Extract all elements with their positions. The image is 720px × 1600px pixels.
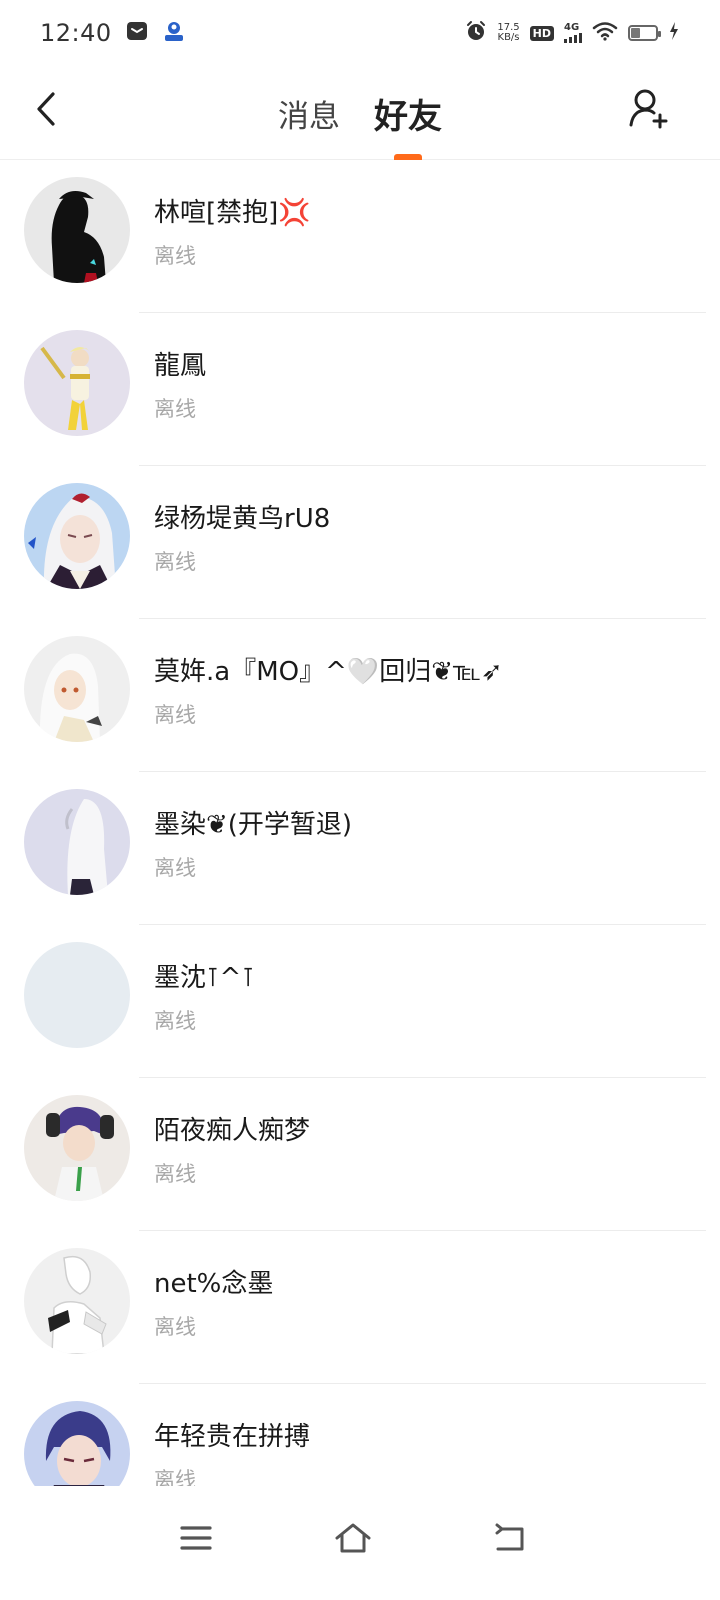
- friend-status: 离线: [154, 550, 196, 574]
- friend-status: 离线: [154, 397, 196, 421]
- friend-status: 离线: [154, 1162, 196, 1186]
- friend-row[interactable]: 绿杨堤黄鸟rU8 离线: [0, 466, 720, 619]
- friend-name: 林喧[禁抱]💢: [154, 198, 311, 228]
- charging-icon: [668, 21, 680, 45]
- add-friend-button[interactable]: [624, 86, 674, 136]
- friend-status: 离线: [154, 244, 196, 268]
- home-icon: [333, 1521, 373, 1559]
- friend-name: 龍鳳: [154, 351, 207, 381]
- back-icon: [492, 1523, 528, 1557]
- friend-list[interactable]: 林喧[禁抱]💢 离线 龍鳳 离线 绿杨堤黄鸟rU8 离线 莫姩.a『MO』^🤍回…: [0, 160, 720, 1486]
- avatar[interactable]: [24, 1401, 130, 1486]
- status-bar: 12:40 17.5 KB/s HD 4G: [0, 0, 720, 66]
- friend-row[interactable]: net%念墨 离线: [0, 1231, 720, 1384]
- avatar[interactable]: [24, 942, 130, 1048]
- tab-friends-label: 好友: [374, 96, 442, 137]
- friend-row[interactable]: 莫姩.a『MO』^🤍回归❦℡➶ 离线: [0, 619, 720, 772]
- friend-row[interactable]: 林喧[禁抱]💢 离线: [0, 160, 720, 313]
- avatar[interactable]: [24, 177, 130, 283]
- status-time: 12:40: [40, 19, 112, 47]
- status-right: 17.5 KB/s HD 4G: [465, 20, 680, 46]
- tab-messages-label: 消息: [278, 98, 340, 135]
- avatar[interactable]: [24, 1248, 130, 1354]
- friend-status: 离线: [154, 1315, 196, 1339]
- tab-messages[interactable]: 消息: [278, 66, 340, 160]
- back-nav-button[interactable]: [480, 1510, 540, 1570]
- network-type: 4G: [564, 22, 580, 33]
- friend-status: 离线: [154, 1009, 196, 1033]
- friend-status: 离线: [154, 703, 196, 727]
- friend-row[interactable]: 年轻贵在拼搏 离线: [0, 1384, 720, 1486]
- net-speed-unit: KB/s: [497, 32, 520, 43]
- avatar[interactable]: [24, 636, 130, 742]
- friend-name: 陌夜痴人痴梦: [154, 1116, 311, 1146]
- battery-icon: [628, 25, 661, 41]
- friend-row[interactable]: 陌夜痴人痴梦 离线: [0, 1078, 720, 1231]
- menu-button[interactable]: [166, 1510, 226, 1570]
- home-button[interactable]: [323, 1510, 383, 1570]
- avatar[interactable]: [24, 330, 130, 436]
- friend-name: 墨沈⊺^⊺: [154, 963, 255, 993]
- friend-name: 墨染❦(开学暂退): [154, 810, 353, 840]
- avatar[interactable]: [24, 483, 130, 589]
- tab-friends[interactable]: 好友: [374, 66, 442, 160]
- menu-icon: [179, 1524, 213, 1556]
- friend-name: net%念墨: [154, 1269, 274, 1299]
- net-speed: 17.5 KB/s: [497, 23, 519, 43]
- app-notification-icon: [162, 20, 186, 46]
- hd-badge: HD: [529, 25, 554, 41]
- status-left: 12:40: [40, 19, 186, 47]
- message-icon: [126, 20, 148, 46]
- friend-name: 年轻贵在拼搏: [154, 1422, 311, 1452]
- signal-bars-icon: [564, 33, 582, 43]
- cellular-signal: 4G: [564, 23, 582, 43]
- friend-name: 莫姩.a『MO』^🤍回归❦℡➶: [154, 657, 503, 687]
- top-app-bar: 消息 好友: [0, 66, 720, 160]
- alarm-icon: [465, 20, 487, 46]
- friend-status: 离线: [154, 856, 196, 880]
- system-nav-bar: [0, 1486, 720, 1600]
- friend-row[interactable]: 墨染❦(开学暂退) 离线: [0, 772, 720, 925]
- friend-row[interactable]: 龍鳳 离线: [0, 313, 720, 466]
- friend-status: 离线: [154, 1468, 196, 1486]
- wifi-icon: [592, 21, 618, 45]
- add-friend-icon: [627, 87, 671, 135]
- avatar[interactable]: [24, 1095, 130, 1201]
- friend-name: 绿杨堤黄鸟rU8: [154, 504, 331, 534]
- friend-row[interactable]: 墨沈⊺^⊺ 离线: [0, 925, 720, 1078]
- avatar[interactable]: [24, 789, 130, 895]
- tab-bar: 消息 好友: [0, 66, 720, 160]
